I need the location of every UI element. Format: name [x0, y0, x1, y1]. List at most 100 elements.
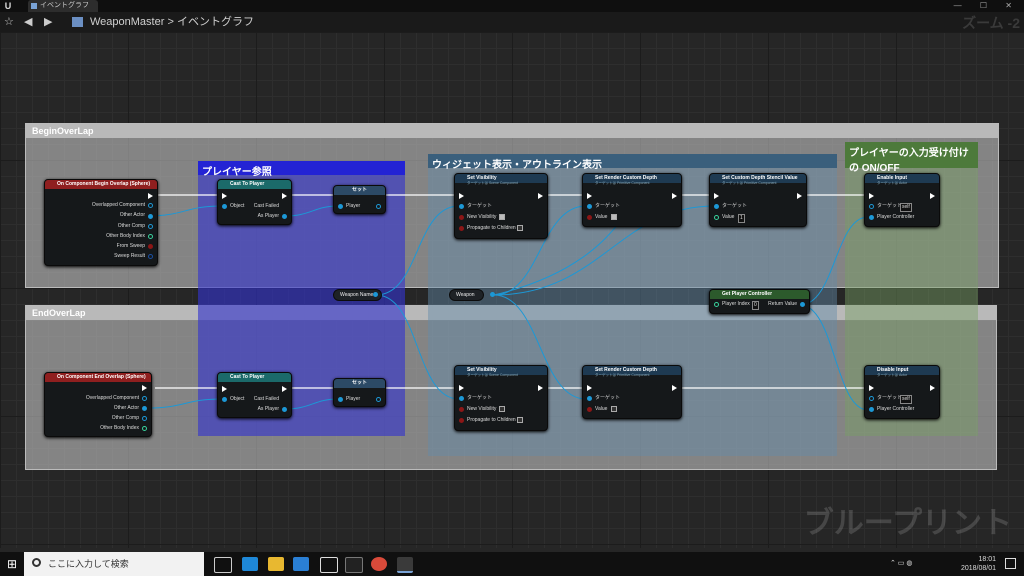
player-in-pin[interactable] [338, 397, 343, 402]
epic-games-icon[interactable] [345, 557, 363, 573]
target-self-field[interactable]: self [900, 395, 912, 404]
player-index-input[interactable]: 0 [752, 301, 759, 310]
pin-label: Propagate to Children [467, 225, 516, 231]
set-render-custom-depth-node[interactable]: Set Render Custom Depth ターゲットは Primitive… [582, 173, 682, 227]
pin-label: Player Index [722, 301, 750, 307]
value-checkbox[interactable] [611, 406, 617, 412]
exec-out-pin[interactable] [672, 385, 677, 391]
propagate-pin[interactable] [459, 226, 464, 231]
tray-icons[interactable]: ⌃ ▭ ◍ [890, 559, 912, 567]
task-view-icon[interactable] [214, 557, 232, 573]
return-value-pin[interactable] [800, 302, 805, 307]
propagate-pin[interactable] [459, 418, 464, 423]
exec-in-pin[interactable] [869, 193, 874, 199]
store-icon[interactable] [293, 557, 309, 571]
event-end-overlap[interactable]: On Component End Overlap (Sphere) Overla… [44, 372, 152, 437]
propagate-checkbox[interactable] [517, 417, 523, 423]
set-custom-depth-stencil-node[interactable]: Set Custom Depth Stencil Value ターゲットは Pr… [709, 173, 807, 227]
output-pin[interactable] [148, 214, 153, 219]
output-pin[interactable] [148, 224, 153, 229]
set-player-node[interactable]: セット Player [333, 378, 386, 407]
exec-out-pin[interactable] [930, 193, 935, 199]
exec-in-pin[interactable] [222, 386, 227, 392]
propagate-checkbox[interactable] [517, 225, 523, 231]
player-index-pin[interactable] [714, 302, 719, 307]
target-self-field[interactable]: self [900, 203, 912, 212]
chrome-icon[interactable] [371, 557, 387, 571]
exec-in-pin[interactable] [459, 193, 464, 199]
value-pin[interactable] [587, 407, 592, 412]
windows-start-icon[interactable]: ⊞ [0, 552, 24, 576]
mail-icon[interactable] [320, 557, 338, 573]
exec-out-pin[interactable] [538, 193, 543, 199]
player-controller-pin[interactable] [869, 407, 874, 412]
new-visibility-checkbox[interactable] [499, 406, 505, 412]
output-pin[interactable] [148, 254, 153, 259]
exec-out-pin[interactable] [282, 193, 287, 199]
value-pin[interactable] [714, 215, 719, 220]
as-player-pin[interactable] [282, 214, 287, 219]
disable-input-node[interactable]: Disable Input ターゲットは Actor ターゲット self Pl… [864, 365, 940, 419]
new-visibility-checkbox[interactable] [499, 214, 505, 220]
taskbar-search-input[interactable]: ここに入力して検索 [24, 552, 204, 576]
output-pin[interactable] [142, 416, 147, 421]
cast-to-player-node[interactable]: Cast To Player Object Cast Failed As Pla… [217, 179, 292, 225]
output-pin[interactable] [148, 234, 153, 239]
target-pin[interactable] [869, 204, 874, 209]
pin-label: Player [346, 396, 361, 402]
enable-input-node[interactable]: Enable Input ターゲットは Actor ターゲット self Pla… [864, 173, 940, 227]
target-pin[interactable] [869, 396, 874, 401]
explorer-icon[interactable] [268, 557, 284, 571]
new-visibility-pin[interactable] [459, 407, 464, 412]
value-input[interactable]: 1 [738, 214, 745, 223]
exec-in-pin[interactable] [869, 385, 874, 391]
edge-icon[interactable] [242, 557, 258, 571]
target-pin[interactable] [587, 204, 592, 209]
target-pin[interactable] [459, 396, 464, 401]
exec-out-pin[interactable] [930, 385, 935, 391]
weapon-name-pin[interactable] [373, 292, 378, 297]
unreal-taskbar-icon[interactable] [397, 557, 413, 573]
exec-out-pin[interactable] [282, 386, 287, 392]
exec-out-pin[interactable] [538, 385, 543, 391]
notification-icon[interactable] [1005, 558, 1016, 569]
clock[interactable]: 18:01 2018/08/01 [961, 555, 996, 573]
player-controller-pin[interactable] [869, 215, 874, 220]
output-pin[interactable] [142, 396, 147, 401]
pin-label: Value [595, 406, 608, 412]
weapon-variable[interactable]: Weapon [449, 289, 484, 301]
target-pin[interactable] [459, 204, 464, 209]
exec-in-pin[interactable] [222, 193, 227, 199]
target-pin[interactable] [714, 204, 719, 209]
set-visibility-node[interactable]: Set Visibility ターゲットは Scene Component ター… [454, 365, 548, 431]
player-out-pin[interactable] [376, 204, 381, 209]
output-pin[interactable] [148, 203, 153, 208]
exec-out-pin[interactable] [672, 193, 677, 199]
cast-to-player-node[interactable]: Cast To Player Object Cast Failed As Pla… [217, 372, 292, 418]
weapon-pin[interactable] [490, 292, 495, 297]
object-pin[interactable] [222, 397, 227, 402]
exec-in-pin[interactable] [459, 385, 464, 391]
object-pin[interactable] [222, 204, 227, 209]
exec-pin[interactable] [148, 193, 153, 199]
new-visibility-pin[interactable] [459, 215, 464, 220]
value-checkbox[interactable] [611, 214, 617, 220]
player-in-pin[interactable] [338, 204, 343, 209]
target-pin[interactable] [587, 396, 592, 401]
get-player-controller-node[interactable]: Get Player Controller Player Index 0 Ret… [709, 289, 810, 314]
event-begin-overlap[interactable]: On Component Begin Overlap (Sphere) Over… [44, 179, 158, 266]
exec-in-pin[interactable] [714, 193, 719, 199]
output-pin[interactable] [142, 406, 147, 411]
set-player-node[interactable]: セット Player [333, 185, 386, 214]
set-visibility-node[interactable]: Set Visibility ターゲットは Scene Component ター… [454, 173, 548, 239]
player-out-pin[interactable] [376, 397, 381, 402]
output-pin[interactable] [142, 426, 147, 431]
exec-in-pin[interactable] [587, 385, 592, 391]
exec-out-pin[interactable] [797, 193, 802, 199]
set-render-custom-depth-node[interactable]: Set Render Custom Depth ターゲットは Primitive… [582, 365, 682, 419]
exec-in-pin[interactable] [587, 193, 592, 199]
value-pin[interactable] [587, 215, 592, 220]
output-pin[interactable] [148, 244, 153, 249]
exec-pin[interactable] [142, 385, 147, 391]
as-player-pin[interactable] [282, 407, 287, 412]
